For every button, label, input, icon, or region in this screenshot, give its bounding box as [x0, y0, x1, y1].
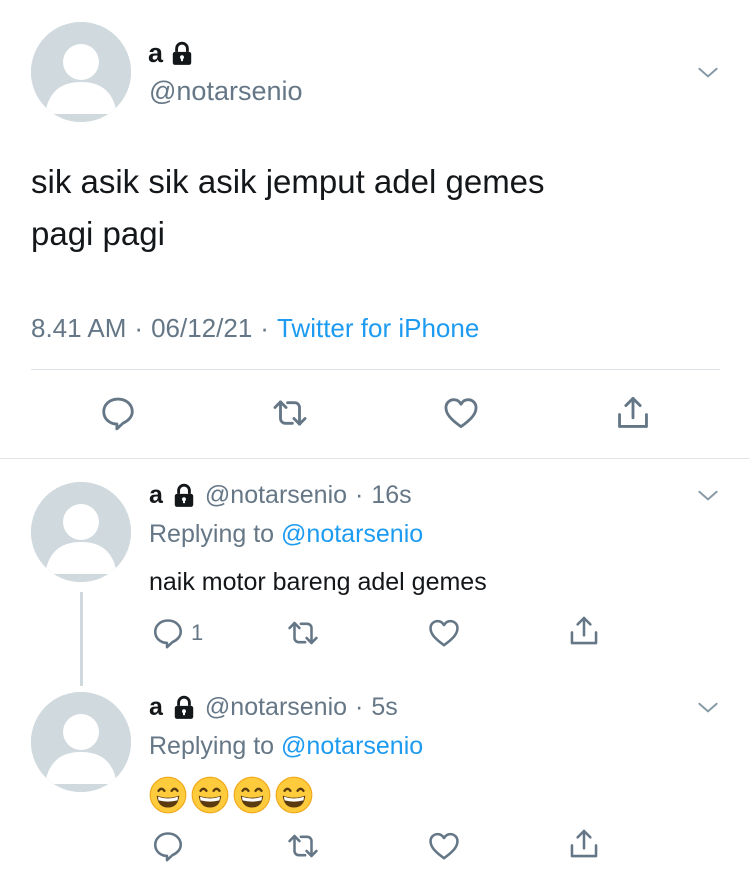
replying-to-label: Replying to [149, 520, 275, 548]
reply-button[interactable]: 1 [151, 616, 203, 650]
grinning-face-icon [233, 776, 271, 814]
tweet-text-line: pagi pagi [31, 215, 165, 252]
replying-to-handle[interactable]: @notarsenio [281, 520, 423, 548]
separator: · [355, 693, 364, 721]
reply-button[interactable] [99, 394, 137, 432]
separator: · [260, 313, 269, 343]
default-avatar-icon [31, 22, 131, 122]
avatar[interactable] [31, 482, 131, 582]
tweet-meta: 8.41 AM · 06/12/21 · Twitter for iPhone [31, 313, 479, 344]
share-button[interactable] [567, 827, 601, 861]
share-button[interactable] [567, 614, 601, 648]
reply-age[interactable]: 5s [371, 693, 397, 722]
like-button[interactable] [427, 616, 461, 650]
avatar[interactable] [31, 692, 131, 792]
reply-text: naik motor bareng adel gemes [149, 568, 487, 596]
reply-icon [151, 616, 185, 650]
author-name-text[interactable]: a [149, 481, 163, 510]
reply-header: a @notarsenio · 16s [149, 481, 412, 510]
like-button[interactable] [427, 829, 461, 863]
lock-icon [169, 41, 195, 67]
divider [31, 369, 720, 370]
reply-icon [99, 394, 137, 432]
retweet-button[interactable] [271, 394, 309, 432]
retweet-icon [286, 829, 320, 863]
separator: · [134, 313, 144, 343]
like-icon [427, 616, 461, 650]
author-name-text[interactable]: a [149, 693, 163, 722]
like-button[interactable] [442, 394, 480, 432]
reply-button[interactable] [151, 829, 185, 863]
reply-age[interactable]: 16s [371, 481, 411, 510]
retweet-button[interactable] [286, 829, 320, 863]
like-icon [427, 829, 461, 863]
default-avatar-icon [31, 692, 131, 792]
divider [0, 458, 749, 459]
retweet-button[interactable] [286, 616, 320, 650]
more-options-chevron-icon[interactable] [693, 59, 723, 85]
author-name[interactable]: a [148, 38, 195, 69]
more-options-chevron-icon[interactable] [693, 694, 723, 720]
lock-icon [171, 695, 197, 721]
author-name-text: a [148, 38, 164, 68]
avatar[interactable] [31, 22, 131, 122]
more-options-chevron-icon[interactable] [693, 482, 723, 508]
share-icon [614, 394, 652, 432]
tweet-date[interactable]: 06/12/21 [151, 313, 252, 344]
retweet-icon [286, 616, 320, 650]
reply-header: a @notarsenio · 5s [149, 693, 398, 722]
share-icon [567, 827, 601, 861]
retweet-icon [271, 394, 309, 432]
tweet-text-line: sik asik sik asik jemput adel gemes [31, 163, 545, 200]
default-avatar-icon [31, 482, 131, 582]
grinning-face-icon [275, 776, 313, 814]
grinning-face-icon [191, 776, 229, 814]
separator: · [355, 481, 364, 509]
thread-connector-line [80, 592, 83, 686]
share-icon [567, 614, 601, 648]
reply-icon [151, 829, 185, 863]
author-handle[interactable]: @notarsenio [205, 481, 347, 510]
tweet-time[interactable]: 8.41 AM [31, 313, 126, 344]
tweet-source-link[interactable]: Twitter for iPhone [277, 313, 479, 344]
like-icon [442, 394, 480, 432]
share-button[interactable] [614, 394, 652, 432]
author-handle[interactable]: @notarsenio [205, 693, 347, 722]
replying-to: Replying to @notarsenio [149, 520, 423, 549]
reply-count: 1 [191, 620, 204, 645]
tweet-text: sik asik sik asik jemput adel gemes pagi… [31, 156, 545, 260]
lock-icon [171, 483, 197, 509]
reply-emoji-text [149, 776, 313, 814]
grinning-face-icon [149, 776, 187, 814]
replying-to-handle[interactable]: @notarsenio [281, 732, 423, 760]
replying-to: Replying to @notarsenio [149, 732, 423, 761]
author-handle[interactable]: @notarsenio [149, 76, 303, 107]
replying-to-label: Replying to [149, 732, 275, 760]
